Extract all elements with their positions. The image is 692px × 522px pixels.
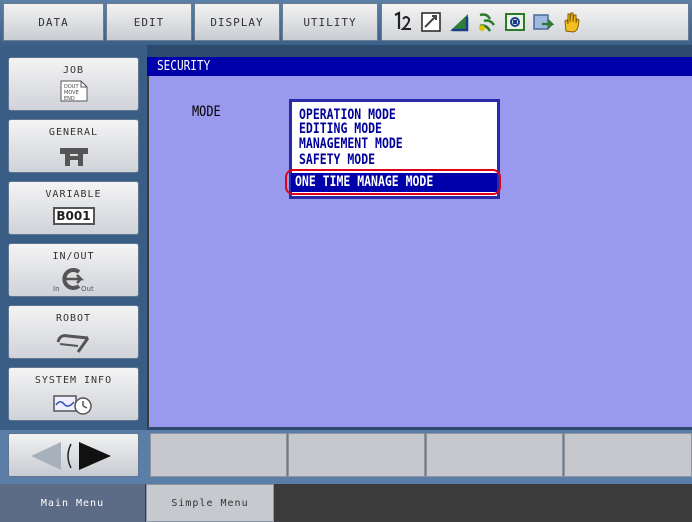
variable-label: VARIABLE bbox=[45, 189, 102, 200]
function-button-3[interactable] bbox=[426, 433, 563, 477]
step-icon bbox=[533, 14, 554, 30]
option-editing-mode[interactable]: EDITING MODE bbox=[299, 122, 382, 136]
simple-menu-tab[interactable]: Simple Menu bbox=[146, 484, 274, 522]
page-left-arrow-icon[interactable] bbox=[31, 442, 61, 470]
menu-edit-button[interactable]: EDIT bbox=[106, 3, 192, 41]
function-button-2[interactable] bbox=[288, 433, 425, 477]
main-menu-tab[interactable]: Main Menu bbox=[0, 484, 145, 522]
screen-title: SECURITY bbox=[157, 59, 211, 74]
variable-menu-button[interactable]: VARIABLE B001 bbox=[8, 181, 139, 235]
mode-label: MODE bbox=[192, 104, 221, 120]
system-info-label: SYSTEM INFO bbox=[34, 375, 113, 386]
general-label: GENERAL bbox=[48, 127, 99, 138]
job-label: JOB bbox=[62, 65, 85, 76]
system-info-menu-button[interactable]: SYSTEM INFO bbox=[8, 367, 139, 421]
page-right-arrow-icon[interactable] bbox=[79, 442, 111, 470]
general-menu-button[interactable]: GENERAL bbox=[8, 119, 139, 173]
robot-menu-button[interactable]: ROBOT bbox=[8, 305, 139, 359]
out-label: Out bbox=[81, 285, 94, 293]
in-out-icon: In Out bbox=[53, 268, 94, 293]
option-safety-mode[interactable]: SAFETY MODE bbox=[299, 153, 375, 167]
screen-title-bar: SECURITY bbox=[147, 57, 692, 76]
menu-utility-button[interactable]: UTILITY bbox=[282, 3, 378, 41]
speed-icon bbox=[450, 14, 469, 32]
general-icon bbox=[59, 148, 88, 166]
svg-text:END: END bbox=[64, 96, 75, 102]
security-icon bbox=[505, 13, 525, 31]
job-icon: DOUT MOVE END bbox=[60, 80, 87, 102]
in-label: In bbox=[53, 285, 60, 293]
edit-mode-icon bbox=[421, 12, 441, 32]
cycle-icon bbox=[479, 13, 496, 32]
job-menu-button[interactable]: JOB DOUT MOVE END bbox=[8, 57, 139, 111]
variable-b001-icon: B001 bbox=[52, 207, 95, 225]
hand-icon bbox=[564, 12, 580, 33]
coordinate-icon bbox=[394, 11, 411, 30]
menu-display-button[interactable]: DISPLAY bbox=[194, 3, 280, 41]
robot-icon bbox=[56, 334, 89, 353]
function-button-4[interactable] bbox=[564, 433, 692, 477]
robot-label: ROBOT bbox=[55, 313, 92, 324]
function-button-1[interactable] bbox=[150, 433, 287, 477]
selection-highlight-ring bbox=[285, 169, 501, 195]
menu-data-button[interactable]: DATA bbox=[3, 3, 104, 41]
system-info-icon bbox=[52, 395, 92, 415]
option-operation-mode[interactable]: OPERATION MODE bbox=[299, 108, 396, 122]
status-icon-strip bbox=[381, 3, 689, 41]
in-out-label: IN/OUT bbox=[52, 251, 95, 262]
page-arrow-control[interactable] bbox=[8, 433, 139, 477]
separator-icon bbox=[67, 443, 72, 469]
option-management-mode[interactable]: MANAGEMENT MODE bbox=[299, 137, 403, 151]
in-out-menu-button[interactable]: IN/OUT In Out bbox=[8, 243, 139, 297]
